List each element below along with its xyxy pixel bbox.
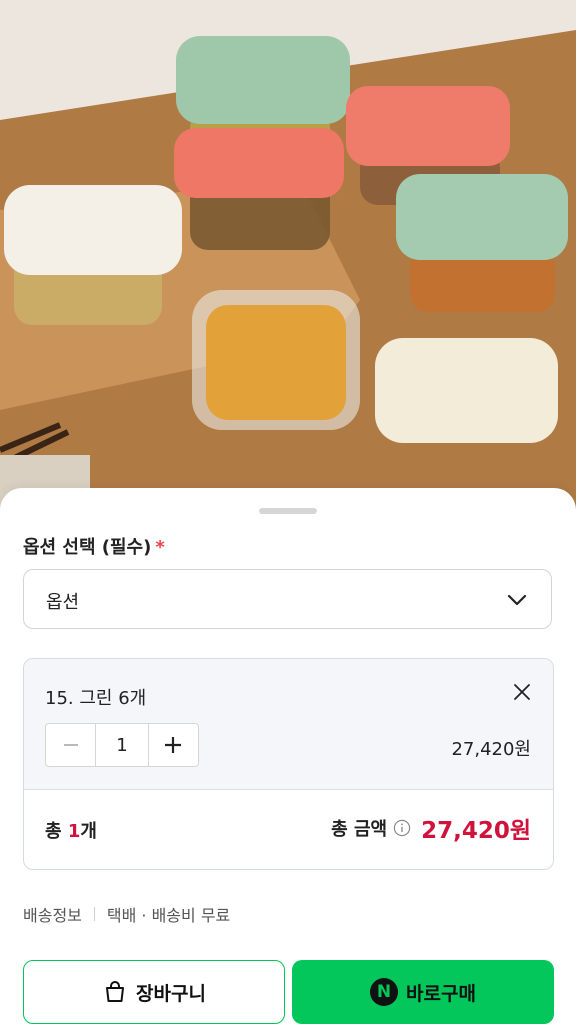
product-photo <box>0 0 576 520</box>
option-sheet: 옵션 선택 (필수) * 옵션 15. 그린 6개 1 27,420원 총 1개… <box>0 488 576 1024</box>
shopping-bag-icon <box>106 981 125 1002</box>
quantity-stepper: 1 <box>45 723 199 767</box>
total-amount-value: 27,420원 <box>421 818 531 844</box>
selected-item-name: 15. 그린 6개 <box>45 688 147 709</box>
shipping-info: 배송정보 택배 · 배송비 무료 <box>23 902 230 926</box>
option-select-value: 옵션 <box>46 592 80 613</box>
selected-item-row: 15. 그린 6개 1 27,420원 <box>24 659 553 790</box>
option-section-title: 옵션 선택 (필수) * <box>23 533 165 559</box>
required-mark: * <box>155 537 165 558</box>
selected-option-card: 15. 그린 6개 1 27,420원 총 1개 총 금액 27,420원 <box>23 658 554 870</box>
increase-button[interactable] <box>149 724 198 766</box>
buy-now-button[interactable]: N 바로구매 <box>292 960 554 1024</box>
cart-button-label: 장바구니 <box>136 982 206 1005</box>
total-amount-label: 총 금액 <box>331 819 388 840</box>
sheet-drag-handle[interactable] <box>259 508 317 514</box>
naver-pay-logo-icon: N <box>370 978 399 1006</box>
shipping-divider <box>93 907 95 921</box>
chevron-down-icon <box>507 594 527 606</box>
item-price: 27,420원 <box>451 739 531 760</box>
shipping-label: 배송정보 <box>23 906 82 925</box>
buy-button-label: 바로구매 <box>406 982 476 1005</box>
decrease-button[interactable] <box>46 724 95 766</box>
option-select[interactable]: 옵션 <box>23 569 552 629</box>
total-count-suffix: 개 <box>80 821 97 842</box>
total-count-prefix: 총 <box>45 821 68 842</box>
plus-icon <box>165 737 182 753</box>
close-icon[interactable] <box>511 681 533 703</box>
total-amount-group: 총 금액 27,420원 <box>331 811 531 845</box>
minus-icon <box>63 744 78 746</box>
total-count: 총 1개 <box>45 817 97 843</box>
quantity-value[interactable]: 1 <box>95 724 149 766</box>
info-icon[interactable] <box>393 819 411 837</box>
add-to-cart-button[interactable]: 장바구니 <box>23 960 285 1024</box>
total-count-value: 1 <box>67 821 81 842</box>
shipping-value: 택배 · 배송비 무료 <box>106 906 231 925</box>
option-title-text: 옵션 선택 (필수) <box>23 537 152 558</box>
